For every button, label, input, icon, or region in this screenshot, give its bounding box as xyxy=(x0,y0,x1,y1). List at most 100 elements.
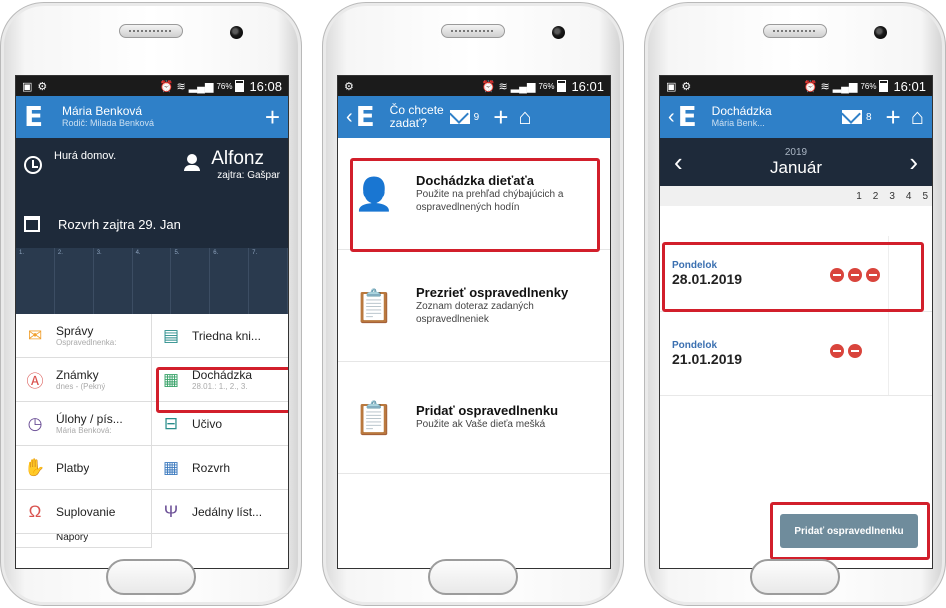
app-logo-icon[interactable]: E xyxy=(356,103,382,131)
person-icon xyxy=(183,154,201,172)
next-month-chevron-icon[interactable]: › xyxy=(909,147,918,178)
user-info[interactable]: Mária Benková Rodič: Milada Benková xyxy=(62,105,265,128)
add-icon[interactable]: + xyxy=(886,102,901,133)
menu-item-znamky[interactable]: Ⓐ Známky dnes - (Pekný xyxy=(16,358,152,402)
child-info[interactable]: Alfonz zajtra: Gašpar xyxy=(211,148,280,204)
attendance-day-row[interactable]: Pondelok 21.01.2019 xyxy=(660,312,932,396)
option-desc: Použite na prehľad chýbajúcich a osprave… xyxy=(416,189,564,213)
menu-sub: dnes - (Pekný xyxy=(56,382,106,391)
alarm-icon: ⏰ xyxy=(803,80,818,93)
option-desc: Zoznam doteraz zadaných ospravedlneniek xyxy=(416,301,534,325)
stage: ▣ ⚙ ⏰ ≋ ▂▄▆ 76% 16:08 E Mária Benková Rod… xyxy=(0,0,946,608)
substitute-icon: Ω xyxy=(28,501,42,521)
signal-icon: ▂▄▆ xyxy=(188,80,214,93)
absence-minus-icon xyxy=(830,344,844,358)
menu-label: Úlohy / pís... xyxy=(56,412,123,426)
prev-month-chevron-icon[interactable]: ‹ xyxy=(674,147,683,178)
menu-label: Nápory xyxy=(56,534,89,543)
greeting-text: Hurá domov. xyxy=(54,150,117,162)
menu-item-platby[interactable]: ✋ Platby xyxy=(16,446,152,490)
option-dochadzka-dietata[interactable]: 👤 Dochádzka dieťaťa Použite na prehľad c… xyxy=(338,138,610,250)
dashboard-panel: Hurá domov. Alfonz zajtra: Gašpar Rozvrh… xyxy=(16,138,288,314)
menu-item-rozvrh[interactable]: ▦ Rozvrh xyxy=(152,446,288,490)
speaker-grille xyxy=(763,24,827,38)
option-pridat-ospravedlnenku[interactable]: 📋 Pridať ospravedlnenku Použite ak Vaše … xyxy=(338,362,610,474)
menu-item-triedna-kniha[interactable]: ▤ Triedna kni... xyxy=(152,314,288,358)
menu-label: Platby xyxy=(56,460,90,475)
month-label: Január xyxy=(770,157,822,177)
menu-sub: Mária Benková: xyxy=(56,426,112,435)
nameday-text: zajtra: Gašpar xyxy=(217,170,280,181)
timetable-icon: ▦ xyxy=(162,457,180,477)
schedule-title: Rozvrh zajtra 29. Jan xyxy=(58,216,181,232)
back-chevron-icon[interactable]: ‹ xyxy=(668,106,675,129)
menu-label: Správy xyxy=(56,324,94,338)
document-search-icon: 📋 xyxy=(354,287,394,324)
schedule-grid[interactable]: 1. 2. 3. 4. 5. 6. 7. xyxy=(16,248,288,314)
alarm-icon: ⏰ xyxy=(159,80,174,93)
page-title-text: Dochádzka xyxy=(711,104,772,119)
wifi-icon: ≋ xyxy=(176,80,186,93)
month-navigator: ‹ 2019 Január › xyxy=(660,138,932,186)
messages-button[interactable]: 8 xyxy=(841,110,872,124)
alarm-icon: ⏰ xyxy=(481,80,496,93)
menu-item-jedalny-listok[interactable]: Ψ Jedálny líst... xyxy=(152,490,288,534)
menu-item-suplovanie[interactable]: Ω Suplovanie xyxy=(16,490,152,534)
messages-button[interactable]: 9 xyxy=(449,110,479,124)
option-prezriet-ospravedlnenky[interactable]: 📋 Prezrieť ospravedlnenky Zoznam doteraz… xyxy=(338,250,610,362)
absence-minus-icon xyxy=(830,268,844,282)
app-header: ‹ E Dochádzka Mária Benk... 8 + ⌂ xyxy=(660,96,932,138)
add-icon[interactable]: + xyxy=(493,102,508,133)
home-button[interactable] xyxy=(428,559,518,595)
battery-percent: 76% xyxy=(216,81,233,91)
add-excuse-button[interactable]: Pridať ospravedlnenku xyxy=(780,514,918,548)
hour-label: 5 xyxy=(922,190,928,202)
app-logo-icon[interactable]: E xyxy=(24,103,50,131)
battery-icon xyxy=(235,80,245,92)
page-title: Dochádzka Mária Benk... xyxy=(712,105,842,128)
back-chevron-icon[interactable]: ‹ xyxy=(346,106,353,129)
gallery-icon: ▣ xyxy=(22,80,33,93)
home-icon[interactable]: ⌂ xyxy=(518,104,531,130)
app-header: E Mária Benková Rodič: Milada Benková + xyxy=(16,96,288,138)
wifi-icon: ≋ xyxy=(820,80,830,93)
clock-time: 16:01 xyxy=(893,78,926,94)
battery-percent: 76% xyxy=(860,81,877,91)
home-button[interactable] xyxy=(750,559,840,595)
schedule-row[interactable]: Rozvrh zajtra 29. Jan xyxy=(16,208,288,240)
child-name: Alfonz xyxy=(211,148,264,169)
status-bar: ▣ ⚙ ⏰ ≋ ▂▄▆ 76% 16:08 xyxy=(16,76,288,96)
status-bar: ▣ ⚙ ⏰ ≋ ▂▄▆ 76% 16:01 xyxy=(660,76,932,96)
page-subtitle: Mária Benk... xyxy=(711,117,765,128)
grid-col: 7. xyxy=(249,248,288,314)
grid-col: 2. xyxy=(55,248,94,314)
weekday-label: Pondelok xyxy=(672,340,718,351)
hour-label: 1 xyxy=(856,190,862,202)
menu-item-spravy[interactable]: ✉ Správy Ospravedlnenka: xyxy=(16,314,152,358)
grid-col: 5. xyxy=(171,248,211,314)
app-header: ‹ E Čo chcete zadať? 9 + ⌂ xyxy=(338,96,610,138)
absence-marks xyxy=(830,268,880,282)
clock-icon: ◷ xyxy=(27,413,43,433)
grid-col: 1. xyxy=(16,248,55,314)
absence-minus-icon xyxy=(848,268,862,282)
menu-label: Jedálny líst... xyxy=(192,504,263,519)
date-label: 28.01.2019 xyxy=(672,271,743,287)
option-desc: Použite ak Vaše dieťa mešká xyxy=(416,419,546,431)
menu-item-dochadzka[interactable]: ▦ Dochádzka 28.01.: 1., 2., 3. xyxy=(152,358,288,402)
menu-item-partial[interactable]: Nápory xyxy=(16,534,152,548)
attendance-day-row[interactable]: Pondelok 28.01.2019 xyxy=(660,236,932,312)
home-button[interactable] xyxy=(106,559,196,595)
home-icon[interactable]: ⌂ xyxy=(911,104,924,130)
phone-dashboard: ▣ ⚙ ⏰ ≋ ▂▄▆ 76% 16:08 E Mária Benková Rod… xyxy=(0,2,302,606)
camera-lens xyxy=(552,26,565,39)
menu-label: Triedna kni... xyxy=(192,328,261,343)
settings-icon: ⚙ xyxy=(37,80,48,93)
menu-item-ulohy[interactable]: ◷ Úlohy / pís... Mária Benková: xyxy=(16,402,152,446)
app-logo-icon[interactable]: E xyxy=(678,103,704,131)
gallery-icon: ▣ xyxy=(666,80,677,93)
status-bar: ⚙ ⏰ ≋ ▂▄▆ 76% 16:01 xyxy=(338,76,610,96)
option-title: Dochádzka dieťaťa xyxy=(416,173,534,188)
menu-item-ucivo[interactable]: ⊟ Učivo xyxy=(152,402,288,446)
add-icon[interactable]: + xyxy=(265,102,280,133)
